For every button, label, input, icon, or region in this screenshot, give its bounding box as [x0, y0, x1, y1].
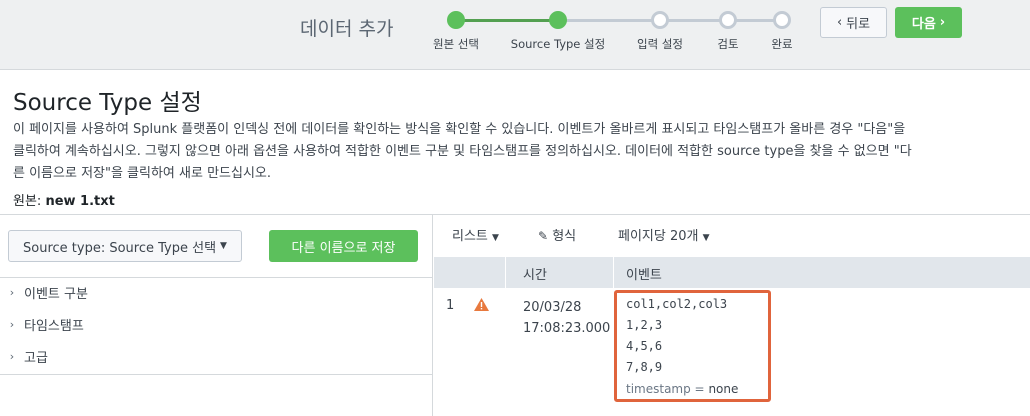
save-as-button[interactable]: 다른 이름으로 저장 [269, 230, 418, 262]
chevron-right-icon: › [9, 285, 15, 299]
step-label-done: 완료 [771, 37, 793, 51]
event-date: 20/03/28 [523, 300, 582, 315]
caret-down-icon: ▼ [702, 233, 710, 243]
field-key: timestamp = [626, 382, 705, 396]
step-dot-done [773, 11, 791, 29]
source-label: 원본: [13, 194, 42, 209]
step-dot-sourcetype [549, 11, 567, 29]
step-dot-input [651, 11, 669, 29]
section-label: 타임스탬프 [24, 318, 84, 334]
field-value[interactable]: none [708, 382, 738, 396]
list-view-dropdown[interactable]: 리스트 ▼ [452, 225, 499, 244]
source-filename: new 1.txt [45, 194, 115, 209]
section-event-breaks[interactable]: › 이벤트 구분 [0, 277, 432, 307]
back-button[interactable]: ‹ 뒤로 [820, 7, 887, 38]
settings-panel: Source type: Source Type 선택 ▼ 다른 이름으로 저장… [0, 215, 433, 416]
row-index: 1 [446, 298, 455, 313]
chevron-right-icon: › [9, 349, 15, 363]
page-title: Source Type 설정 [13, 90, 202, 116]
section-label: 이벤트 구분 [24, 286, 88, 302]
progress-line-remaining [558, 19, 782, 22]
event-line: 7,8,9 [626, 360, 663, 374]
chevron-right-icon: › [939, 15, 946, 30]
timestamp-field: timestamp = none [626, 382, 738, 396]
per-page-label: 페이지당 20개 [618, 229, 699, 244]
event-time: 20/03/28 17:08:23.000 [523, 297, 610, 339]
results-toolbar: 리스트 ▼ ✎ 형식 페이지당 20개 ▼ [434, 215, 1030, 257]
step-dot-source [447, 11, 465, 29]
page-description: 이 페이지를 사용하여 Splunk 플랫폼이 인덱싱 전에 데이터를 확인하는… [13, 122, 912, 181]
pencil-icon: ✎ [538, 229, 549, 243]
format-dropdown[interactable]: ✎ 형식 [538, 225, 576, 244]
caret-down-icon: ▼ [492, 233, 499, 243]
section-advanced[interactable]: › 고급 [0, 341, 432, 371]
sourcetype-dropdown-label: Source type: Source Type 선택 [23, 240, 217, 256]
source-info: 원본: new 1.txt [13, 190, 115, 209]
step-dot-review [719, 11, 737, 29]
caret-down-icon: ▼ [220, 241, 227, 251]
chevron-left-icon: ‹ [836, 15, 843, 30]
list-label: 리스트 [452, 229, 488, 244]
panel-divider [0, 374, 432, 375]
step-label-review: 검토 [717, 37, 739, 51]
sourcetype-dropdown[interactable]: Source type: Source Type 선택 ▼ [8, 230, 242, 262]
event-line: 1,2,3 [626, 318, 663, 332]
wizard-header: 데이터 추가 원본 선택 Source Type 설정 입력 설정 검토 완료 … [0, 0, 1030, 70]
event-line: 4,5,6 [626, 339, 663, 353]
step-label-input: 입력 설정 [637, 37, 683, 51]
format-label: 형식 [552, 229, 577, 244]
event-clock: 17:08:23.000 [523, 321, 611, 336]
step-label-sourcetype: Source Type 설정 [510, 37, 606, 51]
column-divider [505, 257, 506, 288]
back-button-label: 뒤로 [846, 17, 871, 32]
wizard-title: 데이터 추가 [300, 18, 394, 40]
events-table-header: 시간 이벤트 [434, 257, 1030, 288]
step-label-source: 원본 선택 [433, 37, 479, 51]
next-button-label: 다음 [911, 17, 936, 32]
progress-line-complete [456, 19, 558, 22]
warning-icon[interactable] [474, 298, 489, 311]
event-line: col1,col2,col3 [626, 297, 728, 311]
next-button[interactable]: 다음 › [895, 7, 962, 38]
per-page-dropdown[interactable]: 페이지당 20개 ▼ [618, 225, 710, 244]
column-header-event: 이벤트 [626, 268, 662, 283]
section-label: 고급 [24, 350, 48, 366]
column-header-time: 시간 [523, 268, 547, 283]
chevron-right-icon: › [9, 317, 15, 331]
column-divider [613, 257, 614, 288]
section-timestamp[interactable]: › 타임스탬프 [0, 309, 432, 339]
